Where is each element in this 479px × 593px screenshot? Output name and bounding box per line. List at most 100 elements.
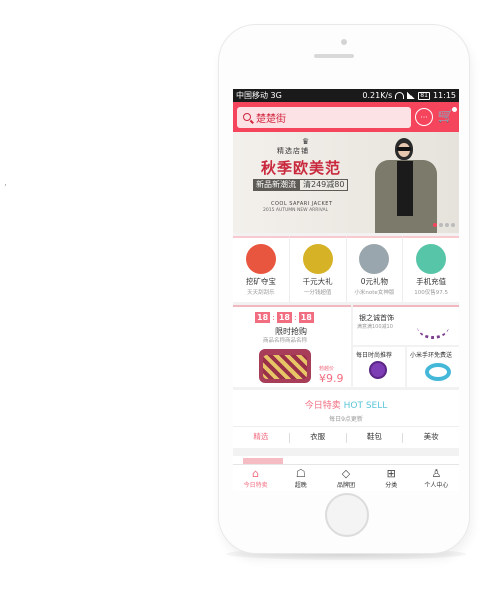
hot-sell-sub: 每日9点更新 <box>329 416 363 423</box>
countdown: 18: 18: 18 <box>255 312 314 323</box>
tab-item[interactable]: 鞋包 <box>347 427 403 448</box>
tabbar-icon: ☖ <box>295 467 306 480</box>
front-camera <box>341 39 347 45</box>
countdown-hours: 18 <box>255 312 271 323</box>
band-title: 小米手环免费送 <box>410 352 453 359</box>
mockup-stage: · 中国移动 3G 0.21K/s 81 11:15 楚楚街 ··· 🛒 ♛ 精… <box>0 0 479 593</box>
tabbar-label: 品牌团 <box>337 482 356 489</box>
category-item[interactable]: 手机充值 100仅售97.5 <box>403 236 459 302</box>
power-bank-icon <box>359 244 390 274</box>
cart-badge <box>451 106 458 113</box>
tab-item[interactable]: 美妆 <box>403 427 459 448</box>
pager-dot[interactable] <box>445 223 449 227</box>
banner-subline: 新品新潮流 清249减80 <box>253 179 349 191</box>
tabbar-label: 分类 <box>385 482 398 489</box>
tabbar-icon: ◇ <box>341 467 351 480</box>
clock: 11:15 <box>432 91 456 100</box>
top-bar: 楚楚街 ··· 🛒 <box>233 102 459 132</box>
category-sub: 天天刮刮乐 <box>247 290 275 296</box>
tabbar-label: 个人中心 <box>424 482 449 489</box>
tabbar-label: 今日特卖 <box>243 482 268 489</box>
pager-dot[interactable] <box>439 223 443 227</box>
search-input[interactable]: 楚楚街 <box>237 106 411 128</box>
mini-promos: 每日时尚推荐 小米手环免费送 <box>353 347 459 387</box>
pager-dot[interactable] <box>451 223 455 227</box>
fashion-card[interactable]: 每日时尚推荐 <box>353 347 405 387</box>
flash-sale-card[interactable]: 18: 18: 18 限时抢购 商品名称商品名称 勃越价 ¥9.9 <box>233 305 351 387</box>
cart-button[interactable]: 🛒 <box>437 106 458 125</box>
banner-en-title: COOL SAFARI JACKET <box>271 201 333 207</box>
hot-sell-en: HOT SELL <box>343 401 388 411</box>
hot-sell-header: 今日特卖 HOT SELL 每日9点更新 <box>233 390 459 426</box>
category-row: 挖矿夺宝 天天刮刮乐 千元大礼 一分钱超值 0元礼物 小米note女神版 手机充值 100仅售… <box>233 236 459 302</box>
tabbar-item[interactable]: ⌂ 今日特卖 <box>233 465 278 491</box>
tabbar-item[interactable]: ◇ 品牌团 <box>323 465 368 491</box>
hot-sell-cn: 今日特卖 <box>304 401 341 411</box>
search-text: 楚楚街 <box>256 113 286 125</box>
band-image <box>425 363 451 381</box>
tabbar-item[interactable]: ♙ 个人中心 <box>414 465 459 491</box>
category-label: 手机充值 <box>416 277 447 286</box>
band-card[interactable]: 小米手环免费送 <box>407 347 459 387</box>
battery-icon: 81 <box>418 91 430 100</box>
banner-sub-right: 清249减80 <box>299 179 349 191</box>
category-label: 挖矿夺宝 <box>245 277 276 286</box>
category-tabs: 精选 衣服 鞋包 美妆 <box>233 426 459 448</box>
banner-title: 秋季欧美范 <box>261 159 342 177</box>
category-sub: 小米note女神版 <box>354 290 395 296</box>
fashion-title: 每日时尚推荐 <box>356 352 393 359</box>
chat-bubble-icon[interactable]: ··· <box>415 108 433 126</box>
carrier: 中国移动 3G <box>236 91 282 100</box>
banner-sub-left: 新品新潮流 <box>253 179 299 191</box>
category-item[interactable]: 挖矿夺宝 天天刮刮乐 <box>233 236 290 302</box>
banner-pager[interactable] <box>433 223 455 227</box>
banner-shop: 精选店铺 <box>277 147 309 155</box>
wifi-icon <box>395 92 405 99</box>
home-button[interactable] <box>325 493 369 537</box>
tabbar-item[interactable]: ⊞ 分类 <box>369 465 414 491</box>
bag-image <box>259 349 311 383</box>
flash-price-box: 勃越价 ¥9.9 <box>319 365 344 385</box>
tabbar-item[interactable]: ☖ 超晚 <box>278 465 323 491</box>
phone-icon <box>416 244 447 274</box>
category-label: 0元礼物 <box>360 277 389 286</box>
category-item[interactable]: 千元大礼 一分钱超值 <box>289 236 347 302</box>
necklace-image <box>417 313 449 339</box>
product-peek <box>233 456 459 464</box>
tabbar-label: 超晚 <box>294 482 307 489</box>
hot-sell-title: 今日特卖 HOT SELL <box>233 390 459 411</box>
category-sub: 100仅售97.5 <box>414 290 448 296</box>
signal-icon <box>407 92 416 99</box>
lottery-icon <box>245 244 276 274</box>
flash-price-label: 勃越价 <box>319 366 335 372</box>
app-screen: 中国移动 3G 0.21K/s 81 11:15 楚楚街 ··· 🛒 ♛ 精选店… <box>233 89 459 491</box>
category-sub: 一分钱超值 <box>303 290 332 296</box>
stray-mark: · <box>4 181 7 191</box>
tabbar-icon: ⊞ <box>386 467 396 480</box>
hero-banner[interactable]: ♛ 精选店铺 秋季欧美范 新品新潮流 清249减80 COOL SAFARI J… <box>233 132 459 233</box>
crown-icon: ♛ <box>302 137 310 146</box>
jewelry-card[interactable]: 银之诚首饰 满意满100减10 <box>353 305 459 345</box>
gift-wheel-icon <box>302 244 333 274</box>
banner-model-image <box>369 134 447 233</box>
speaker <box>314 54 354 58</box>
watch-image <box>369 361 387 379</box>
flash-sub: 商品名称商品名称 <box>263 338 308 344</box>
tab-item[interactable]: 精选 <box>233 427 289 448</box>
tabbar-icon: ⌂ <box>252 467 260 480</box>
category-item[interactable]: 0元礼物小米note女神版 <box>346 236 404 302</box>
side-promos: 银之诚首饰 满意满100减10 每日时尚推荐 小米手环免费送 <box>353 305 459 387</box>
status-bar: 中国移动 3G 0.21K/s 81 11:15 <box>233 89 459 102</box>
promo-section: 18: 18: 18 限时抢购 商品名称商品名称 勃越价 ¥9.9 银之诚首饰 … <box>233 305 459 387</box>
countdown-minutes: 18 <box>276 312 292 323</box>
pager-dot[interactable] <box>433 223 437 227</box>
countdown-seconds: 18 <box>298 312 314 323</box>
jewelry-title: 银之诚首饰 <box>359 314 394 322</box>
category-label: 千元大礼 <box>302 277 333 286</box>
flash-price: ¥9.9 <box>319 372 344 385</box>
tab-item[interactable]: 衣服 <box>290 427 346 448</box>
tabbar-icon: ♙ <box>431 467 442 480</box>
bottom-tab-bar: ⌂ 今日特卖 ☖ 超晚 ◇ 品牌团 ⊞ 分类 ♙ 个人中心 <box>233 464 459 491</box>
jewelry-sub: 满意满100减10 <box>357 324 393 330</box>
banner-en-sub: 2015 AUTUMN NEW ARRIVAL <box>263 208 329 213</box>
